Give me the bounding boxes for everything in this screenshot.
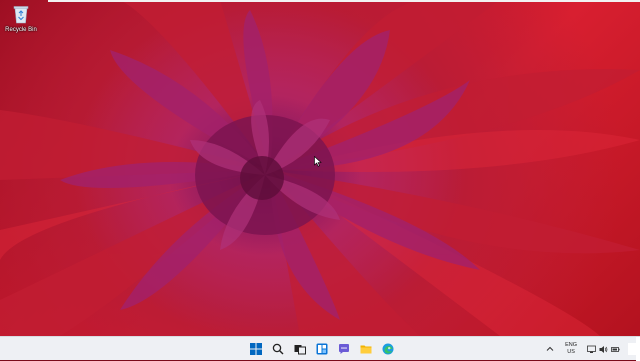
mouse-cursor-icon bbox=[314, 156, 322, 167]
desktop-wallpaper bbox=[0, 0, 640, 336]
language-indicator[interactable]: ENG US bbox=[565, 342, 577, 356]
chat-icon bbox=[339, 344, 349, 354]
task-view-button[interactable] bbox=[292, 341, 308, 357]
language-code: ENG bbox=[565, 342, 577, 348]
widgets-button[interactable] bbox=[314, 341, 330, 357]
search-icon bbox=[272, 343, 284, 355]
taskbar: ENG US bbox=[0, 336, 640, 361]
desktop-icon-recycle-bin[interactable]: Recycle Bin bbox=[2, 4, 40, 40]
language-region: US bbox=[567, 349, 575, 355]
quick-settings[interactable] bbox=[587, 345, 620, 354]
show-desktop-button[interactable] bbox=[636, 337, 640, 361]
chevron-up-icon[interactable] bbox=[545, 344, 555, 354]
network-icon bbox=[587, 345, 596, 353]
edge-button[interactable] bbox=[380, 341, 396, 357]
dahlia-wallpaper-art bbox=[0, 0, 640, 336]
folder-icon bbox=[360, 345, 372, 354]
battery-icon bbox=[611, 346, 620, 352]
edge-icon bbox=[382, 343, 394, 355]
start-button[interactable] bbox=[248, 341, 264, 357]
recycle-bin-icon bbox=[13, 6, 29, 24]
clock-area[interactable] bbox=[628, 343, 636, 355]
taskbar-pinned-apps bbox=[248, 341, 396, 357]
windows-logo-icon bbox=[250, 343, 262, 355]
system-tray: ENG US bbox=[545, 337, 640, 361]
task-view-icon bbox=[294, 345, 306, 355]
file-explorer-button[interactable] bbox=[358, 341, 374, 357]
volume-icon bbox=[599, 345, 608, 353]
widgets-icon bbox=[316, 343, 328, 355]
top-window-edge bbox=[48, 0, 640, 2]
search-button[interactable] bbox=[270, 341, 286, 357]
desktop-icon-label: Recycle Bin bbox=[5, 27, 37, 33]
chat-button[interactable] bbox=[336, 341, 352, 357]
